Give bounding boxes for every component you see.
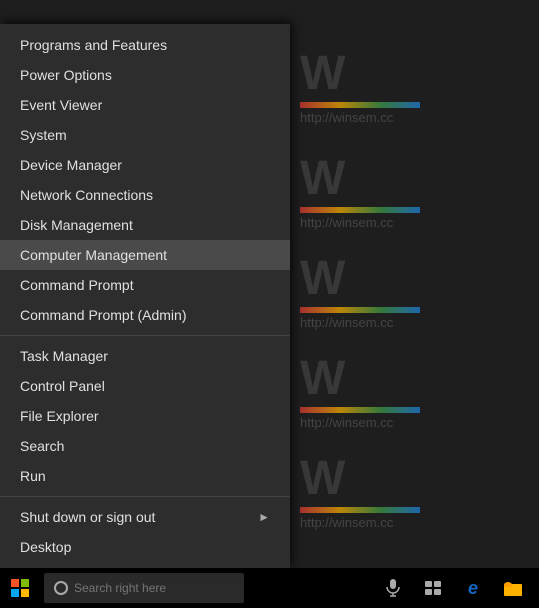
start-icon — [11, 579, 29, 597]
watermark-5: W http://winsem.cc — [300, 455, 420, 530]
watermark-2: W http://winsem.cc — [300, 155, 420, 230]
taskbar: e — [0, 568, 539, 608]
menu-divider-1 — [0, 335, 290, 336]
menu-item-control-panel[interactable]: Control Panel — [0, 371, 290, 401]
watermark-1: W http://winsem.cc — [300, 50, 420, 125]
taskbar-search-box[interactable] — [44, 573, 244, 603]
menu-item-device-manager[interactable]: Device Manager — [0, 150, 290, 180]
menu-item-programs-and-features[interactable]: Programs and Features — [0, 30, 290, 60]
menu-divider-2 — [0, 496, 290, 497]
search-circle-icon — [54, 581, 68, 595]
context-menu: Programs and Features Power Options Even… — [0, 24, 290, 568]
menu-item-computer-management[interactable]: Computer Management — [0, 240, 290, 270]
menu-item-power-options[interactable]: Power Options — [0, 60, 290, 90]
microphone-icon[interactable] — [375, 570, 411, 606]
menu-item-command-prompt[interactable]: Command Prompt — [0, 270, 290, 300]
search-input[interactable] — [74, 581, 234, 595]
menu-item-run[interactable]: Run — [0, 461, 290, 491]
watermark-3: W http://winsem.cc — [300, 255, 420, 330]
watermark-4: W http://winsem.cc — [300, 355, 420, 430]
file-explorer-icon[interactable] — [495, 570, 531, 606]
menu-item-system[interactable]: System — [0, 120, 290, 150]
menu-item-event-viewer[interactable]: Event Viewer — [0, 90, 290, 120]
menu-item-task-manager[interactable]: Task Manager — [0, 341, 290, 371]
menu-item-file-explorer[interactable]: File Explorer — [0, 401, 290, 431]
menu-item-desktop[interactable]: Desktop — [0, 532, 290, 562]
menu-item-disk-management[interactable]: Disk Management — [0, 210, 290, 240]
edge-icon[interactable]: e — [455, 570, 491, 606]
start-button[interactable] — [0, 568, 40, 608]
submenu-arrow-icon: ► — [258, 510, 270, 524]
menu-item-network-connections[interactable]: Network Connections — [0, 180, 290, 210]
menu-item-command-prompt-admin[interactable]: Command Prompt (Admin) — [0, 300, 290, 330]
task-view-icon[interactable] — [415, 570, 451, 606]
menu-item-shut-down-or-sign-out[interactable]: Shut down or sign out ► — [0, 502, 290, 532]
menu-item-search[interactable]: Search — [0, 431, 290, 461]
taskbar-right-area: e — [375, 570, 539, 606]
